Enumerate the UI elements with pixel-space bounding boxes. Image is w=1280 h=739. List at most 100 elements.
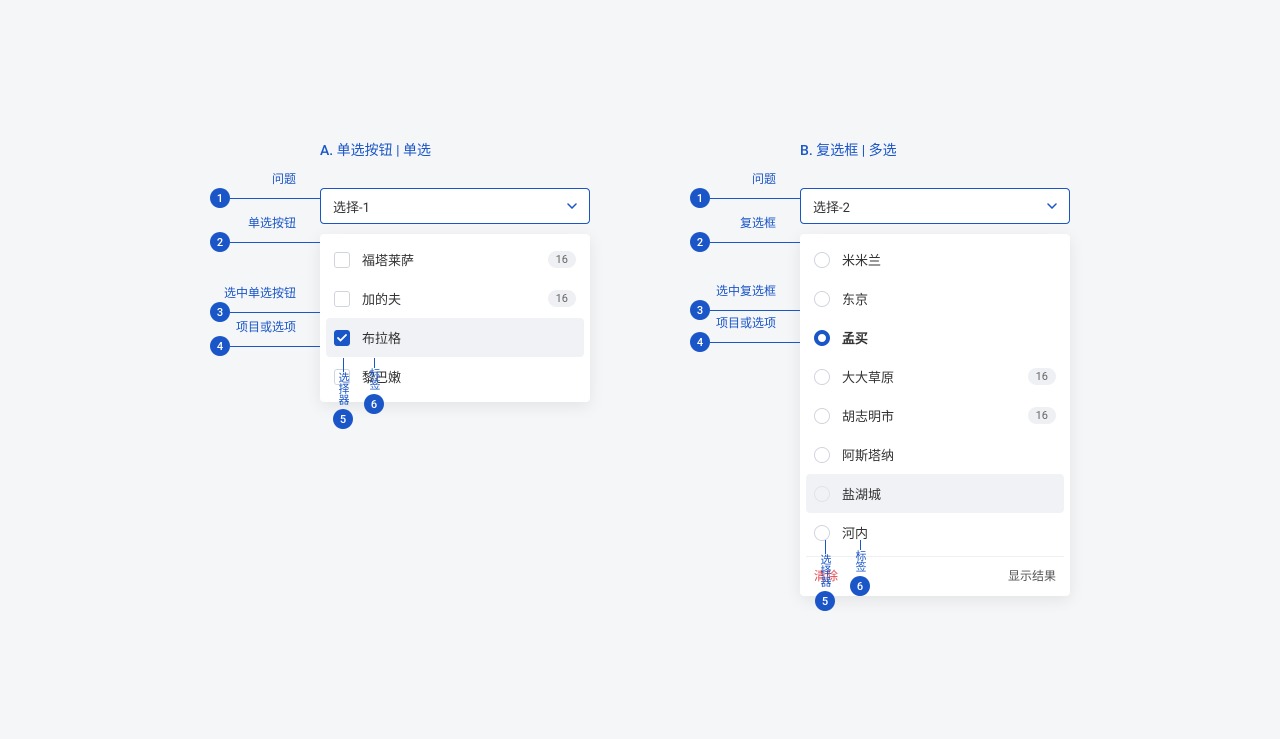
chevron-down-icon <box>567 201 577 211</box>
anno-num: 2 <box>690 232 710 252</box>
annotation-1: 1 问题 <box>210 188 320 208</box>
option-label: 河内 <box>842 523 1056 542</box>
radio-icon <box>814 486 830 502</box>
option-b-5[interactable]: 阿斯塔纳 <box>806 435 1064 474</box>
radio-icon <box>814 447 830 463</box>
anno-num: 6 <box>850 576 870 596</box>
annotation-5: 选择器 5 <box>333 358 353 429</box>
anno-text: 标签 <box>852 550 868 572</box>
radio-icon <box>814 525 830 541</box>
option-a-1[interactable]: 加的夫 16 <box>326 279 584 318</box>
count-badge: 16 <box>1028 407 1056 424</box>
anno-text: 标签 <box>366 368 382 390</box>
anno-text: 选择器 <box>817 554 833 587</box>
anno-line <box>710 310 800 311</box>
option-label: 黎巴嫩 <box>362 367 576 386</box>
annotation-6: 标签 6 <box>364 358 384 414</box>
anno-text: 选中单选按钮 <box>224 284 296 301</box>
anno-line <box>230 312 320 313</box>
option-b-4[interactable]: 胡志明市 16 <box>806 396 1064 435</box>
anno-line <box>860 540 861 550</box>
anno-line <box>710 342 800 343</box>
anno-num: 5 <box>333 409 353 429</box>
option-label: 东京 <box>842 289 1056 308</box>
annotation-b2: 2 复选框 <box>690 232 800 252</box>
select-value-b: 选择-2 <box>813 197 850 216</box>
radio-icon <box>814 369 830 385</box>
dropdown-footer: 清除 显示结果 <box>806 556 1064 590</box>
checkbox-icon <box>334 252 350 268</box>
count-badge: 16 <box>548 251 576 268</box>
dropdown-b: 米米兰 东京 孟买 大大草原 16 胡志明市 16 阿斯塔 <box>800 234 1070 596</box>
count-badge: 16 <box>548 290 576 307</box>
annotation-4: 4 项目或选项 <box>210 336 320 356</box>
select-value-a: 选择-1 <box>333 197 370 216</box>
anno-text: 单选按钮 <box>248 214 296 231</box>
section-radio: A. 单选按钮 | 单选 选择-1 福塔莱萨 16 加的夫 16 <box>320 140 590 402</box>
select-input-a[interactable]: 选择-1 <box>320 188 590 224</box>
anno-text: 项目或选项 <box>236 318 296 335</box>
anno-line <box>230 242 320 243</box>
anno-line <box>374 358 375 368</box>
anno-text: 问题 <box>752 170 776 187</box>
annotation-b1: 1 问题 <box>690 188 800 208</box>
anno-num: 3 <box>690 300 710 320</box>
anno-num: 1 <box>690 188 710 208</box>
select-input-b[interactable]: 选择-2 <box>800 188 1070 224</box>
option-a-0[interactable]: 福塔莱萨 16 <box>326 240 584 279</box>
anno-line <box>825 540 826 554</box>
option-label: 福塔莱萨 <box>362 250 548 269</box>
chevron-down-icon <box>1047 201 1057 211</box>
option-b-2[interactable]: 孟买 <box>806 318 1064 357</box>
anno-text: 选中复选框 <box>716 282 776 299</box>
option-label: 胡志明市 <box>842 406 1028 425</box>
option-b-1[interactable]: 东京 <box>806 279 1064 318</box>
letter-b: B. <box>800 143 813 159</box>
annotation-2: 2 单选按钮 <box>210 232 320 252</box>
annotation-b6: 标签 6 <box>850 540 870 596</box>
option-label: 加的夫 <box>362 289 548 308</box>
option-label: 大大草原 <box>842 367 1028 386</box>
option-label: 盐湖城 <box>842 484 1056 503</box>
anno-num: 3 <box>210 302 230 322</box>
radio-icon <box>814 252 830 268</box>
option-b-3[interactable]: 大大草原 16 <box>806 357 1064 396</box>
option-b-6[interactable]: 盐湖城 <box>806 474 1064 513</box>
checkbox-checked-icon <box>334 330 350 346</box>
anno-line <box>230 198 320 199</box>
radio-icon <box>814 408 830 424</box>
option-a-2[interactable]: 布拉格 <box>326 318 584 357</box>
anno-text: 复选框 <box>740 214 776 231</box>
anno-num: 5 <box>815 591 835 611</box>
anno-text: 项目或选项 <box>716 314 776 331</box>
anno-line <box>710 242 800 243</box>
anno-num: 1 <box>210 188 230 208</box>
show-results-button[interactable]: 显示结果 <box>1008 567 1056 584</box>
dropdown-a: 福塔莱萨 16 加的夫 16 布拉格 黎巴嫩 <box>320 234 590 402</box>
annotation-b4: 4 项目或选项 <box>690 332 800 352</box>
anno-text: 选择器 <box>335 372 351 405</box>
annotation-b5: 选择器 5 <box>815 540 835 611</box>
section-a-title: A. 单选按钮 | 单选 <box>320 140 590 160</box>
option-label: 米米兰 <box>842 250 1056 269</box>
option-label: 阿斯塔纳 <box>842 445 1056 464</box>
section-b-title: B. 复选框 | 多选 <box>800 140 1070 160</box>
anno-num: 2 <box>210 232 230 252</box>
checkbox-icon <box>334 291 350 307</box>
anno-num: 4 <box>690 332 710 352</box>
anno-text: 问题 <box>272 170 296 187</box>
count-badge: 16 <box>1028 368 1056 385</box>
anno-line <box>343 358 344 372</box>
anno-num: 4 <box>210 336 230 356</box>
letter-a: A. <box>320 143 333 159</box>
radio-checked-icon <box>814 330 830 346</box>
anno-line <box>710 198 800 199</box>
option-b-7[interactable]: 河内 <box>806 513 1064 552</box>
title-a-text: 单选按钮 | 单选 <box>337 143 431 159</box>
anno-line <box>230 346 320 347</box>
option-b-0[interactable]: 米米兰 <box>806 240 1064 279</box>
anno-num: 6 <box>364 394 384 414</box>
option-label: 孟买 <box>842 328 1056 347</box>
section-checkbox: B. 复选框 | 多选 选择-2 米米兰 东京 孟买 <box>800 140 1070 596</box>
title-b-text: 复选框 | 多选 <box>816 143 896 159</box>
